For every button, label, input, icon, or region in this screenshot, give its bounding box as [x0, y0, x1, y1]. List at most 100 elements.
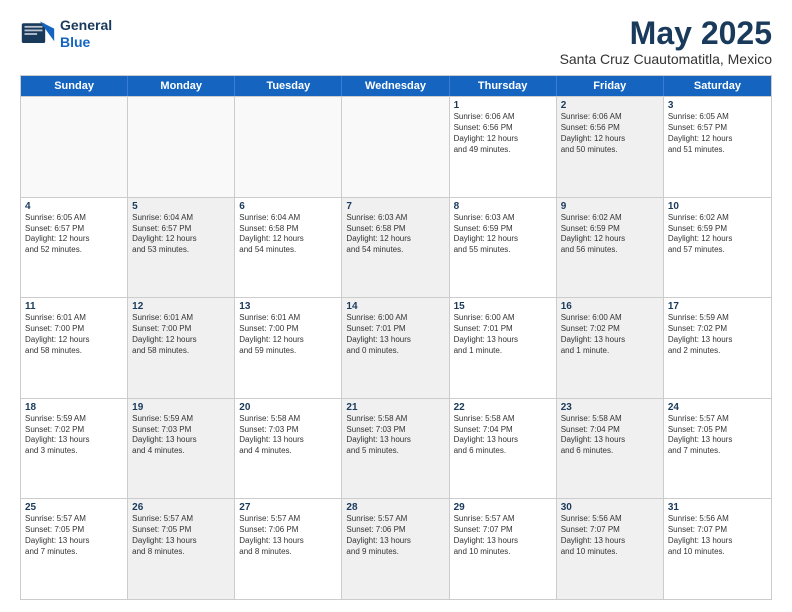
- cell-info: Sunrise: 6:06 AM Sunset: 6:56 PM Dayligh…: [454, 112, 552, 155]
- day-number: 13: [239, 301, 337, 312]
- calendar-cell: 17Sunrise: 5:59 AM Sunset: 7:02 PM Dayli…: [664, 298, 771, 398]
- logo: General Blue: [20, 16, 112, 52]
- header-cell-tuesday: Tuesday: [235, 76, 342, 96]
- day-number: 31: [668, 502, 767, 513]
- cell-info: Sunrise: 5:56 AM Sunset: 7:07 PM Dayligh…: [561, 514, 659, 557]
- day-number: 20: [239, 402, 337, 413]
- cell-info: Sunrise: 6:02 AM Sunset: 6:59 PM Dayligh…: [561, 213, 659, 256]
- cell-info: Sunrise: 5:57 AM Sunset: 7:05 PM Dayligh…: [668, 414, 767, 457]
- title-block: May 2025 Santa Cruz Cuautomatitla, Mexic…: [560, 16, 772, 67]
- calendar-cell: 15Sunrise: 6:00 AM Sunset: 7:01 PM Dayli…: [450, 298, 557, 398]
- calendar-cell: 1Sunrise: 6:06 AM Sunset: 6:56 PM Daylig…: [450, 97, 557, 197]
- day-number: 17: [668, 301, 767, 312]
- day-number: 16: [561, 301, 659, 312]
- calendar-cell: 29Sunrise: 5:57 AM Sunset: 7:07 PM Dayli…: [450, 499, 557, 599]
- calendar-row-3: 18Sunrise: 5:59 AM Sunset: 7:02 PM Dayli…: [21, 398, 771, 499]
- logo-text: General Blue: [60, 17, 112, 51]
- calendar-cell: 25Sunrise: 5:57 AM Sunset: 7:05 PM Dayli…: [21, 499, 128, 599]
- calendar-cell: 23Sunrise: 5:58 AM Sunset: 7:04 PM Dayli…: [557, 399, 664, 499]
- cell-info: Sunrise: 5:59 AM Sunset: 7:02 PM Dayligh…: [668, 313, 767, 356]
- calendar-cell: 4Sunrise: 6:05 AM Sunset: 6:57 PM Daylig…: [21, 198, 128, 298]
- cell-info: Sunrise: 6:06 AM Sunset: 6:56 PM Dayligh…: [561, 112, 659, 155]
- calendar-cell: 14Sunrise: 6:00 AM Sunset: 7:01 PM Dayli…: [342, 298, 449, 398]
- calendar-header-row: SundayMondayTuesdayWednesdayThursdayFrid…: [21, 76, 771, 96]
- cell-info: Sunrise: 5:57 AM Sunset: 7:07 PM Dayligh…: [454, 514, 552, 557]
- calendar-cell: 20Sunrise: 5:58 AM Sunset: 7:03 PM Dayli…: [235, 399, 342, 499]
- header-cell-friday: Friday: [557, 76, 664, 96]
- cell-info: Sunrise: 6:00 AM Sunset: 7:02 PM Dayligh…: [561, 313, 659, 356]
- cell-info: Sunrise: 6:01 AM Sunset: 7:00 PM Dayligh…: [239, 313, 337, 356]
- day-number: 4: [25, 201, 123, 212]
- day-number: 8: [454, 201, 552, 212]
- calendar-cell: 16Sunrise: 6:00 AM Sunset: 7:02 PM Dayli…: [557, 298, 664, 398]
- cell-info: Sunrise: 5:58 AM Sunset: 7:03 PM Dayligh…: [346, 414, 444, 457]
- cell-info: Sunrise: 6:01 AM Sunset: 7:00 PM Dayligh…: [132, 313, 230, 356]
- day-number: 11: [25, 301, 123, 312]
- day-number: 30: [561, 502, 659, 513]
- calendar-cell: 10Sunrise: 6:02 AM Sunset: 6:59 PM Dayli…: [664, 198, 771, 298]
- calendar-cell: 24Sunrise: 5:57 AM Sunset: 7:05 PM Dayli…: [664, 399, 771, 499]
- cell-info: Sunrise: 5:58 AM Sunset: 7:04 PM Dayligh…: [454, 414, 552, 457]
- day-number: 10: [668, 201, 767, 212]
- calendar-cell: 26Sunrise: 5:57 AM Sunset: 7:05 PM Dayli…: [128, 499, 235, 599]
- cell-info: Sunrise: 5:57 AM Sunset: 7:06 PM Dayligh…: [239, 514, 337, 557]
- day-number: 2: [561, 100, 659, 111]
- cell-info: Sunrise: 5:57 AM Sunset: 7:05 PM Dayligh…: [25, 514, 123, 557]
- day-number: 26: [132, 502, 230, 513]
- calendar-cell: 11Sunrise: 6:01 AM Sunset: 7:00 PM Dayli…: [21, 298, 128, 398]
- day-number: 5: [132, 201, 230, 212]
- calendar-body: 1Sunrise: 6:06 AM Sunset: 6:56 PM Daylig…: [21, 96, 771, 599]
- day-number: 28: [346, 502, 444, 513]
- calendar-cell: 21Sunrise: 5:58 AM Sunset: 7:03 PM Dayli…: [342, 399, 449, 499]
- day-number: 19: [132, 402, 230, 413]
- calendar-row-1: 4Sunrise: 6:05 AM Sunset: 6:57 PM Daylig…: [21, 197, 771, 298]
- cell-info: Sunrise: 6:01 AM Sunset: 7:00 PM Dayligh…: [25, 313, 123, 356]
- calendar-cell: 12Sunrise: 6:01 AM Sunset: 7:00 PM Dayli…: [128, 298, 235, 398]
- cell-info: Sunrise: 6:04 AM Sunset: 6:58 PM Dayligh…: [239, 213, 337, 256]
- cell-info: Sunrise: 6:00 AM Sunset: 7:01 PM Dayligh…: [346, 313, 444, 356]
- day-number: 22: [454, 402, 552, 413]
- calendar-cell: 3Sunrise: 6:05 AM Sunset: 6:57 PM Daylig…: [664, 97, 771, 197]
- cell-info: Sunrise: 5:58 AM Sunset: 7:03 PM Dayligh…: [239, 414, 337, 457]
- page: General Blue May 2025 Santa Cruz Cuautom…: [0, 0, 792, 612]
- day-number: 27: [239, 502, 337, 513]
- calendar-cell: 22Sunrise: 5:58 AM Sunset: 7:04 PM Dayli…: [450, 399, 557, 499]
- header-cell-monday: Monday: [128, 76, 235, 96]
- day-number: 23: [561, 402, 659, 413]
- calendar-row-4: 25Sunrise: 5:57 AM Sunset: 7:05 PM Dayli…: [21, 498, 771, 599]
- day-number: 29: [454, 502, 552, 513]
- calendar-cell: 31Sunrise: 5:56 AM Sunset: 7:07 PM Dayli…: [664, 499, 771, 599]
- cell-info: Sunrise: 5:59 AM Sunset: 7:03 PM Dayligh…: [132, 414, 230, 457]
- day-number: 15: [454, 301, 552, 312]
- location-title: Santa Cruz Cuautomatitla, Mexico: [560, 51, 772, 67]
- calendar-cell: 28Sunrise: 5:57 AM Sunset: 7:06 PM Dayli…: [342, 499, 449, 599]
- calendar-row-2: 11Sunrise: 6:01 AM Sunset: 7:00 PM Dayli…: [21, 297, 771, 398]
- calendar-cell: 8Sunrise: 6:03 AM Sunset: 6:59 PM Daylig…: [450, 198, 557, 298]
- cell-info: Sunrise: 6:05 AM Sunset: 6:57 PM Dayligh…: [668, 112, 767, 155]
- cell-info: Sunrise: 5:59 AM Sunset: 7:02 PM Dayligh…: [25, 414, 123, 457]
- day-number: 25: [25, 502, 123, 513]
- cell-info: Sunrise: 6:03 AM Sunset: 6:58 PM Dayligh…: [346, 213, 444, 256]
- day-number: 12: [132, 301, 230, 312]
- calendar-cell: [21, 97, 128, 197]
- calendar-cell: 30Sunrise: 5:56 AM Sunset: 7:07 PM Dayli…: [557, 499, 664, 599]
- cell-info: Sunrise: 5:57 AM Sunset: 7:06 PM Dayligh…: [346, 514, 444, 557]
- cell-info: Sunrise: 6:02 AM Sunset: 6:59 PM Dayligh…: [668, 213, 767, 256]
- calendar-cell: [128, 97, 235, 197]
- calendar-cell: 9Sunrise: 6:02 AM Sunset: 6:59 PM Daylig…: [557, 198, 664, 298]
- day-number: 14: [346, 301, 444, 312]
- cell-info: Sunrise: 5:57 AM Sunset: 7:05 PM Dayligh…: [132, 514, 230, 557]
- header-cell-wednesday: Wednesday: [342, 76, 449, 96]
- day-number: 24: [668, 402, 767, 413]
- day-number: 9: [561, 201, 659, 212]
- calendar-cell: 27Sunrise: 5:57 AM Sunset: 7:06 PM Dayli…: [235, 499, 342, 599]
- calendar-cell: 18Sunrise: 5:59 AM Sunset: 7:02 PM Dayli…: [21, 399, 128, 499]
- calendar-cell: 19Sunrise: 5:59 AM Sunset: 7:03 PM Dayli…: [128, 399, 235, 499]
- header-cell-thursday: Thursday: [450, 76, 557, 96]
- cell-info: Sunrise: 5:58 AM Sunset: 7:04 PM Dayligh…: [561, 414, 659, 457]
- day-number: 7: [346, 201, 444, 212]
- calendar-cell: 13Sunrise: 6:01 AM Sunset: 7:00 PM Dayli…: [235, 298, 342, 398]
- calendar: SundayMondayTuesdayWednesdayThursdayFrid…: [20, 75, 772, 600]
- header: General Blue May 2025 Santa Cruz Cuautom…: [20, 16, 772, 67]
- calendar-cell: [342, 97, 449, 197]
